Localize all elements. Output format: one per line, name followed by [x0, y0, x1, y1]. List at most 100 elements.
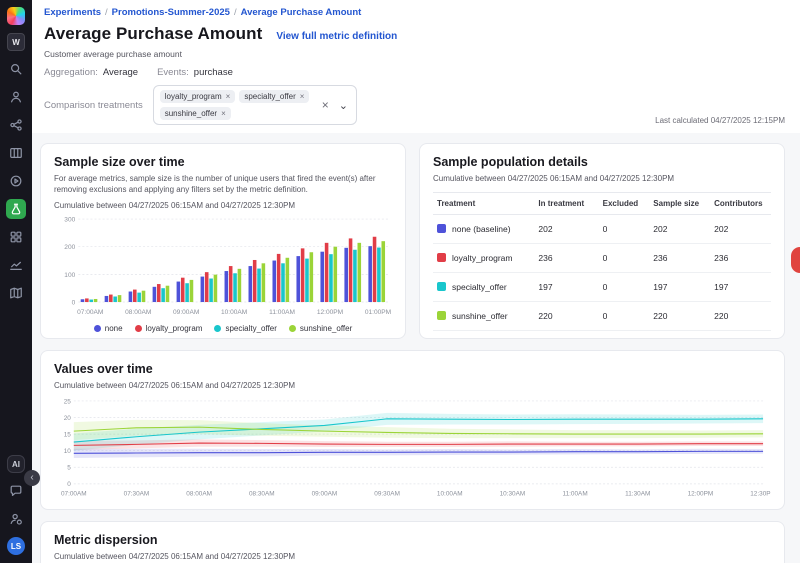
- svg-text:11:00AM: 11:00AM: [562, 491, 587, 498]
- treatment-color-swatch: [437, 282, 446, 291]
- table-cell: 0: [599, 273, 650, 302]
- table-row: loyalty_program2360236236: [433, 244, 771, 273]
- treatment-tags: loyalty_program×specialty_offer× sunshine…: [160, 90, 312, 120]
- aggregation-value: Average: [103, 67, 138, 78]
- svg-text:12:00PM: 12:00PM: [317, 309, 343, 316]
- breadcrumb-separator: /: [105, 7, 108, 18]
- svg-text:07:30AM: 07:30AM: [124, 491, 150, 498]
- columns-icon[interactable]: [6, 143, 26, 163]
- treatment-tag[interactable]: sunshine_offer×: [160, 107, 231, 120]
- breadcrumb: Experiments / Promotions-Summer-2025 / A…: [44, 7, 785, 18]
- svg-text:10:00AM: 10:00AM: [437, 491, 463, 498]
- table-cell: 202: [710, 215, 771, 244]
- table-cell: 0: [599, 244, 650, 273]
- svg-text:0: 0: [67, 481, 71, 488]
- sample-size-cumulative: Cumulative between 04/27/2025 06:15AM an…: [54, 201, 392, 210]
- legend-label: sunshine_offer: [300, 324, 352, 333]
- last-calculated: Last calculated 04/27/2025 12:15PM: [655, 116, 785, 125]
- column-header: Excluded: [599, 193, 650, 215]
- legend-dot: [289, 325, 296, 332]
- workspace-badge[interactable]: W: [7, 33, 25, 51]
- legend-item[interactable]: loyalty_program: [135, 324, 203, 333]
- svg-text:10:30AM: 10:30AM: [500, 491, 526, 498]
- search-icon[interactable]: [6, 59, 26, 79]
- svg-text:12:30PM: 12:30PM: [750, 491, 771, 498]
- svg-text:09:00AM: 09:00AM: [312, 491, 338, 498]
- table-cell: 197: [534, 273, 598, 302]
- table-cell: 236: [534, 244, 598, 273]
- values-line-chart: 051015202507:00AM07:30AM08:00AM08:30AM09…: [54, 395, 771, 505]
- content-area: Sample size over time For average metric…: [32, 133, 800, 563]
- comparison-row: Comparison treatments loyalty_program×sp…: [44, 85, 785, 125]
- values-cumulative: Cumulative between 04/27/2025 06:15AM an…: [54, 381, 771, 390]
- table-cell: 197: [710, 273, 771, 302]
- clear-selection-icon[interactable]: ×: [322, 98, 329, 112]
- aggregation-label: Aggregation:: [44, 67, 98, 78]
- grid-icon[interactable]: [6, 227, 26, 247]
- svg-text:100: 100: [64, 271, 75, 278]
- treatment-tag[interactable]: specialty_offer×: [239, 90, 309, 103]
- sample-size-title: Sample size over time: [54, 155, 392, 169]
- chat-bubble-icon[interactable]: [6, 481, 26, 501]
- legend-item[interactable]: specialty_offer: [214, 324, 276, 333]
- remove-tag-icon[interactable]: ×: [221, 109, 226, 118]
- svg-text:300: 300: [64, 216, 75, 223]
- aggregation-row: Aggregation: Average Events: purchase: [44, 67, 785, 78]
- chart-legend: none loyalty_program specialty_offer sunshi…: [54, 324, 392, 333]
- page-title: Average Purchase Amount: [44, 24, 262, 44]
- svg-text:08:00AM: 08:00AM: [186, 491, 212, 498]
- values-over-time-card: Values over time Cumulative between 04/2…: [40, 350, 785, 510]
- legend-item[interactable]: none: [94, 324, 123, 333]
- chevron-down-icon[interactable]: ⌄: [337, 99, 350, 112]
- svg-text:10:00AM: 10:00AM: [221, 309, 247, 316]
- feedback-tab[interactable]: [791, 247, 800, 273]
- metric-description: Customer average purchase amount: [44, 49, 785, 59]
- user-settings-icon[interactable]: [6, 509, 26, 529]
- view-metric-definition-link[interactable]: View full metric definition: [276, 31, 397, 42]
- svg-text:25: 25: [64, 398, 72, 405]
- sample-size-description: For average metrics, sample size is the …: [54, 174, 392, 196]
- svg-text:15: 15: [64, 431, 72, 438]
- table-cell: 220: [710, 302, 771, 331]
- legend-item[interactable]: sunshine_offer: [289, 324, 352, 333]
- app-logo[interactable]: [7, 7, 25, 25]
- table-cell: 197: [649, 273, 710, 302]
- user-icon[interactable]: [6, 87, 26, 107]
- events-value: purchase: [194, 67, 233, 78]
- remove-tag-icon[interactable]: ×: [300, 92, 305, 101]
- experiments-flask-icon[interactable]: [6, 199, 26, 219]
- table-row: none (baseline)2020202202: [433, 215, 771, 244]
- trend-line-icon[interactable]: [6, 255, 26, 275]
- breadcrumb-experiments[interactable]: Experiments: [44, 7, 101, 18]
- svg-text:10: 10: [64, 448, 72, 455]
- remove-tag-icon[interactable]: ×: [226, 92, 231, 101]
- treatment-name: none (baseline): [452, 224, 511, 234]
- treatment-color-swatch: [437, 311, 446, 320]
- column-header: Treatment: [433, 193, 534, 215]
- play-circle-icon[interactable]: [6, 171, 26, 191]
- svg-text:08:00AM: 08:00AM: [125, 309, 151, 316]
- ai-badge[interactable]: AI: [7, 455, 25, 473]
- user-badge[interactable]: LS: [7, 537, 25, 555]
- treatment-color-swatch: [437, 253, 446, 262]
- treatment-color-swatch: [437, 224, 446, 233]
- breadcrumb-experiment-name[interactable]: Promotions-Summer-2025: [112, 7, 230, 18]
- sample-size-bar-chart: 010020030007:00AM08:00AM09:00AM10:00AM11…: [54, 215, 392, 323]
- column-header: Contributors: [710, 193, 771, 215]
- svg-text:20: 20: [64, 415, 72, 422]
- sidebar-collapse-handle[interactable]: ‹: [24, 470, 40, 486]
- svg-text:07:00AM: 07:00AM: [61, 491, 87, 498]
- comparison-treatments-select[interactable]: loyalty_program×specialty_offer× sunshine…: [153, 85, 357, 125]
- nodes-icon[interactable]: [6, 115, 26, 135]
- breadcrumb-metric-name[interactable]: Average Purchase Amount: [241, 7, 362, 18]
- treatment-tag[interactable]: loyalty_program×: [160, 90, 236, 103]
- table-row: sunshine_offer2200220220: [433, 302, 771, 331]
- svg-text:11:00AM: 11:00AM: [269, 309, 295, 316]
- table-cell: 220: [649, 302, 710, 331]
- column-header: Sample size: [649, 193, 710, 215]
- column-header: In treatment: [534, 193, 598, 215]
- map-icon[interactable]: [6, 283, 26, 303]
- population-table: TreatmentIn treatmentExcludedSample size…: [433, 192, 771, 331]
- population-cumulative: Cumulative between 04/27/2025 06:15AM an…: [433, 174, 771, 183]
- table-cell: 236: [710, 244, 771, 273]
